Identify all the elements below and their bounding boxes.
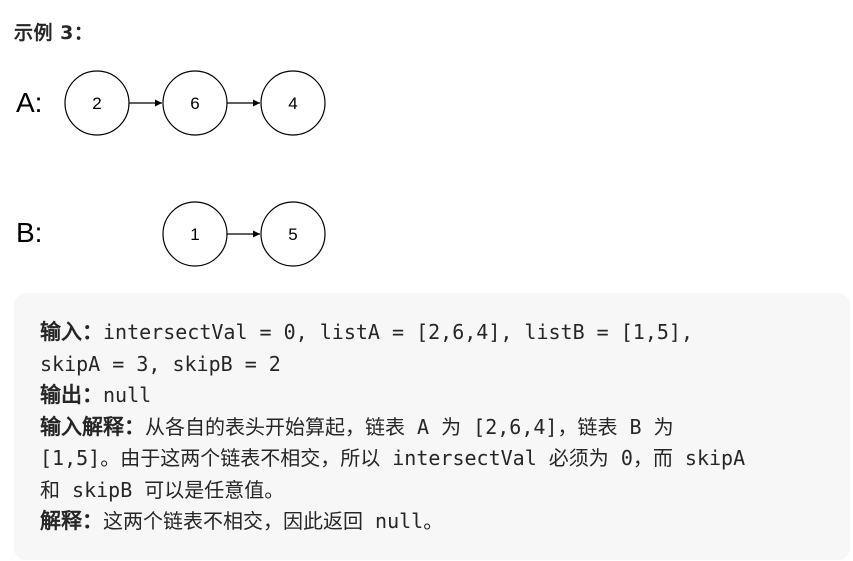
input-line-continued: skipA = 3, skipB = 2 — [40, 349, 830, 381]
input-explanation-line: 输入解释：从各自的表头开始算起，链表 A 为 [2,6,4]，链表 B 为 — [40, 412, 830, 444]
input-text-continued: skipA = 3, skipB = 2 — [40, 351, 281, 376]
input-explanation-text-2: [1,5]。由于这两个链表不相交，所以 intersectVal 必须为 0，而… — [40, 446, 746, 470]
input-explanation-text: 从各自的表头开始算起，链表 A 为 [2,6,4]，链表 B 为 — [145, 414, 674, 439]
input-explanation-label: 输入解释： — [40, 414, 145, 439]
explanation-text: 这两个链表不相交，因此返回 null。 — [103, 509, 444, 533]
example-codebox: 输入：intersectVal = 0, listA = [2,6,4], li… — [14, 293, 850, 560]
input-label: 输入： — [40, 320, 103, 344]
list-a-node-3: 4 — [260, 70, 326, 136]
linked-list-diagram: A: 2 6 4 B: 1 5 — [16, 70, 326, 267]
list-b-node-2: 5 — [260, 201, 326, 267]
list-b-node-1: 1 — [162, 201, 228, 267]
list-b-node-1-value: 1 — [190, 225, 199, 244]
input-explanation-line-3: 和 skipB 可以是任意值。 — [40, 475, 830, 507]
list-a-node-2: 6 — [162, 70, 228, 136]
list-a-node-2-value: 6 — [190, 94, 199, 113]
input-line: 输入：intersectVal = 0, listA = [2,6,4], li… — [40, 317, 830, 349]
explanation-label: 解释： — [40, 509, 103, 533]
list-b-label: B: — [16, 217, 42, 248]
output-line: 输出：null — [40, 380, 830, 412]
list-a-label: A: — [16, 87, 42, 118]
input-explanation-text-3: 和 skipB 可以是任意值。 — [40, 477, 285, 502]
input-explanation-line-2: [1,5]。由于这两个链表不相交，所以 intersectVal 必须为 0，而… — [40, 443, 830, 475]
output-label: 输出： — [40, 383, 103, 407]
output-text: null — [103, 383, 152, 407]
list-a-node-3-value: 4 — [288, 94, 297, 113]
list-a-node-1: 2 — [64, 70, 130, 136]
explanation-line: 解释：这两个链表不相交，因此返回 null。 — [40, 506, 830, 538]
input-text: intersectVal = 0, listA = [2,6,4], listB… — [103, 320, 694, 344]
list-b-node-2-value: 5 — [288, 225, 297, 244]
list-a-node-1-value: 2 — [92, 94, 101, 113]
